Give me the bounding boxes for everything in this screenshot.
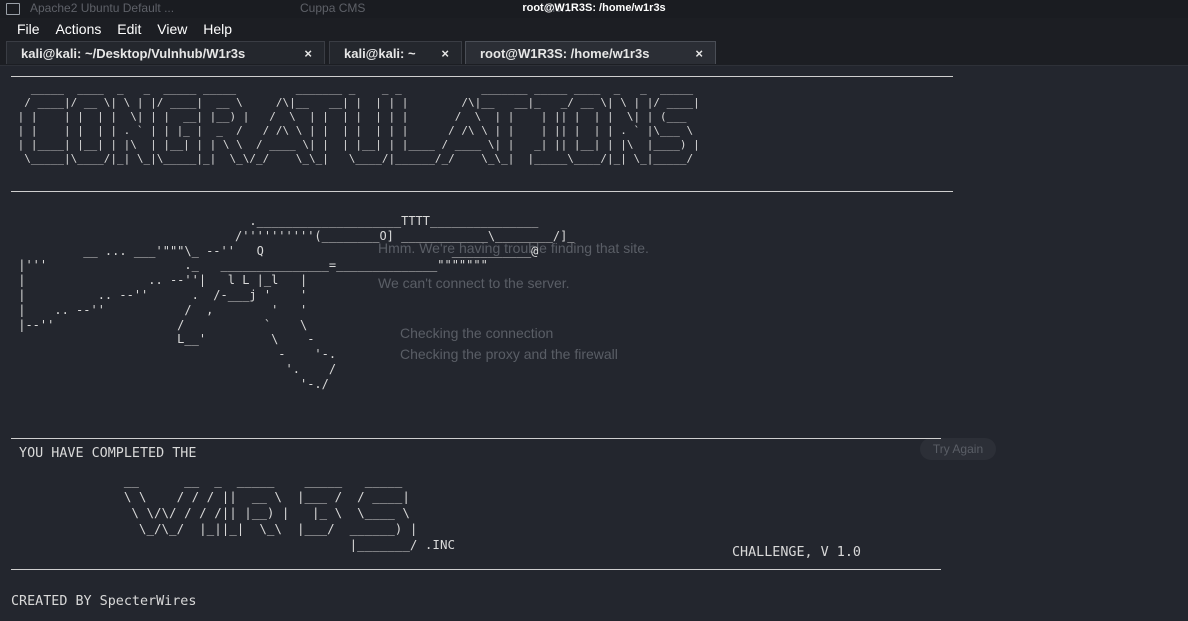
- menu-help[interactable]: Help: [203, 21, 232, 37]
- created-by-text: CREATED BY SpecterWires: [11, 594, 197, 609]
- close-icon[interactable]: ×: [695, 42, 703, 65]
- separator-line: [11, 191, 953, 192]
- tab-label: root@W1R3S: /home/w1r3s: [480, 46, 650, 61]
- menu-view[interactable]: View: [157, 21, 187, 37]
- menu-actions[interactable]: Actions: [55, 21, 101, 37]
- separator-line: [11, 569, 941, 570]
- menu-edit[interactable]: Edit: [117, 21, 141, 37]
- close-icon[interactable]: ×: [304, 42, 312, 65]
- challenge-version-text: CHALLENGE, V 1.0: [732, 545, 861, 560]
- separator-line: [11, 76, 953, 77]
- separator-line: [11, 438, 941, 439]
- w1r3s-ascii-art: __ __ _ _____ _____ _____ \ \ / / / || _…: [123, 473, 456, 552]
- tab-root-w1r3s[interactable]: root@W1R3S: /home/w1r3s ×: [465, 41, 716, 64]
- tab-label: kali@kali: ~: [344, 46, 416, 61]
- terminal-tab-bar: kali@kali: ~/Desktop/Vulnhub/W1r3s × kal…: [0, 40, 1188, 66]
- menu-file[interactable]: File: [17, 21, 40, 37]
- tab-label: kali@kali: ~/Desktop/Vulnhub/W1r3s: [21, 46, 246, 61]
- rifle-ascii-art: .____________________TTTT_______________…: [18, 214, 575, 391]
- close-icon[interactable]: ×: [441, 42, 449, 65]
- window-titlebar: Apache2 Ubuntu Default ... Cuppa CMS Inc…: [0, 0, 1188, 18]
- completed-text: YOU HAVE COMPLETED THE: [11, 446, 197, 461]
- tab-kali-home[interactable]: kali@kali: ~ ×: [329, 41, 462, 64]
- congratulations-ascii-art: _____ ____ _ _ _____ _____ _______ _ _ _…: [17, 82, 700, 165]
- tab-kali-desktop[interactable]: kali@kali: ~/Desktop/Vulnhub/W1r3s ×: [6, 41, 325, 64]
- window-title: root@W1R3S: /home/w1r3s: [522, 2, 666, 14]
- menu-bar: File Actions Edit View Help: [0, 18, 1188, 40]
- terminal-output[interactable]: _____ ____ _ _ _____ _____ _______ _ _ _…: [11, 66, 1181, 621]
